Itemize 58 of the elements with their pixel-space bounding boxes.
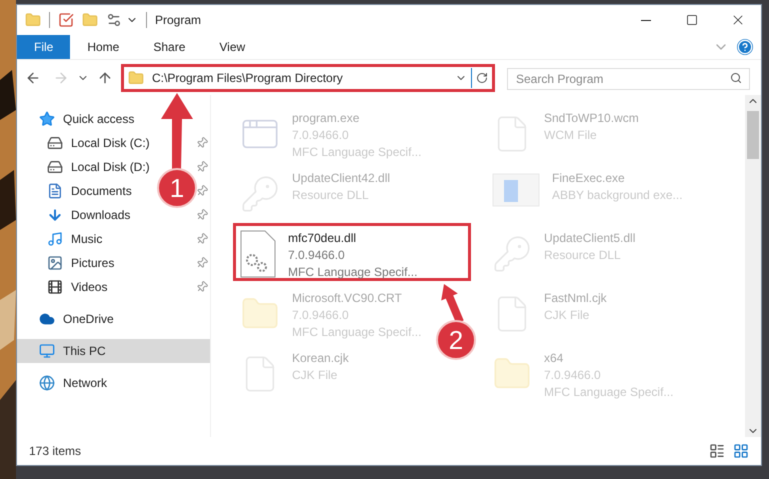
help-icon[interactable] — [737, 39, 753, 55]
file-name: Microsoft.VC90.CRT — [292, 290, 403, 307]
ribbon-tab[interactable]: View — [202, 35, 262, 59]
cloud-icon — [39, 311, 55, 327]
customize-icon[interactable] — [106, 12, 122, 28]
sidebar-item[interactable]: This PC — [17, 339, 210, 363]
scroll-thumb[interactable] — [747, 111, 759, 159]
monitor-icon — [39, 343, 55, 359]
scrollbar[interactable] — [745, 95, 761, 437]
file-name: FastNml.cjk — [544, 290, 607, 307]
file-name: x64 — [544, 350, 564, 367]
download-icon — [47, 207, 63, 223]
sidebar-item[interactable]: Pictures — [17, 251, 114, 275]
document-icon — [47, 183, 63, 199]
sidebar-item[interactable]: Local Disk (D:) — [17, 155, 150, 179]
address-path: C:\Program Files\Program Directory — [152, 70, 344, 86]
file-name: UpdateClient42.dll — [292, 170, 390, 187]
sidebar-item[interactable]: Network — [17, 371, 108, 395]
file-tile[interactable]: mfc70deu.dll 7.0.9466.0 MFC Language Specif... — [233, 223, 471, 281]
music-icon — [47, 231, 63, 247]
file-detail: 7.0.9466.0 — [288, 247, 346, 264]
file-name: SndToWP10.wcm — [544, 110, 639, 127]
ribbon-tab[interactable]: Share — [136, 35, 202, 59]
drive-icon — [47, 135, 63, 151]
file-detail: MFC Language Specif... — [288, 264, 418, 281]
picture-icon — [47, 255, 63, 271]
file-name: Korean.cjk — [292, 350, 349, 367]
item-count: 173 items — [29, 443, 82, 460]
up-icon[interactable] — [97, 70, 113, 86]
file-name: mfc70deu.dll — [288, 230, 358, 247]
file-name: UpdateClient5.dll — [544, 230, 636, 247]
details-view-icon[interactable] — [709, 443, 725, 459]
star-icon — [39, 111, 55, 127]
sidebar-item[interactable]: OneDrive — [17, 307, 114, 331]
sidebar-item[interactable]: Videos — [17, 275, 108, 299]
ribbon-tab[interactable]: File — [17, 35, 70, 59]
ribbon-tab[interactable]: Home — [70, 35, 136, 59]
file-name: program.exe — [292, 110, 360, 127]
sidebar-item[interactable]: Local Disk (C:) — [17, 131, 150, 155]
folder-icon — [128, 70, 144, 86]
window-title: Program — [155, 12, 202, 29]
film-icon — [47, 279, 63, 295]
address-bar[interactable]: C:\Program Files\Program Directory — [121, 64, 495, 92]
properties-icon[interactable] — [58, 12, 74, 28]
sidebar-item[interactable]: Downloads — [17, 203, 130, 227]
refresh-icon[interactable] — [476, 72, 488, 84]
drive-icon — [47, 159, 63, 175]
file-name: FineExec.exe — [552, 170, 626, 187]
maximize-icon — [686, 14, 698, 26]
back-icon[interactable] — [25, 70, 41, 86]
search-field[interactable]: Search Program — [507, 68, 750, 90]
sidebar-item[interactable]: Music — [17, 227, 102, 251]
sidebar-item[interactable]: Documents — [17, 179, 132, 203]
gear-file-icon — [240, 230, 276, 278]
network-icon — [39, 375, 55, 391]
sidebar-item[interactable]: Quick access — [17, 107, 134, 131]
tiles-view-icon[interactable] — [733, 443, 749, 459]
search-icon[interactable] — [730, 72, 742, 84]
